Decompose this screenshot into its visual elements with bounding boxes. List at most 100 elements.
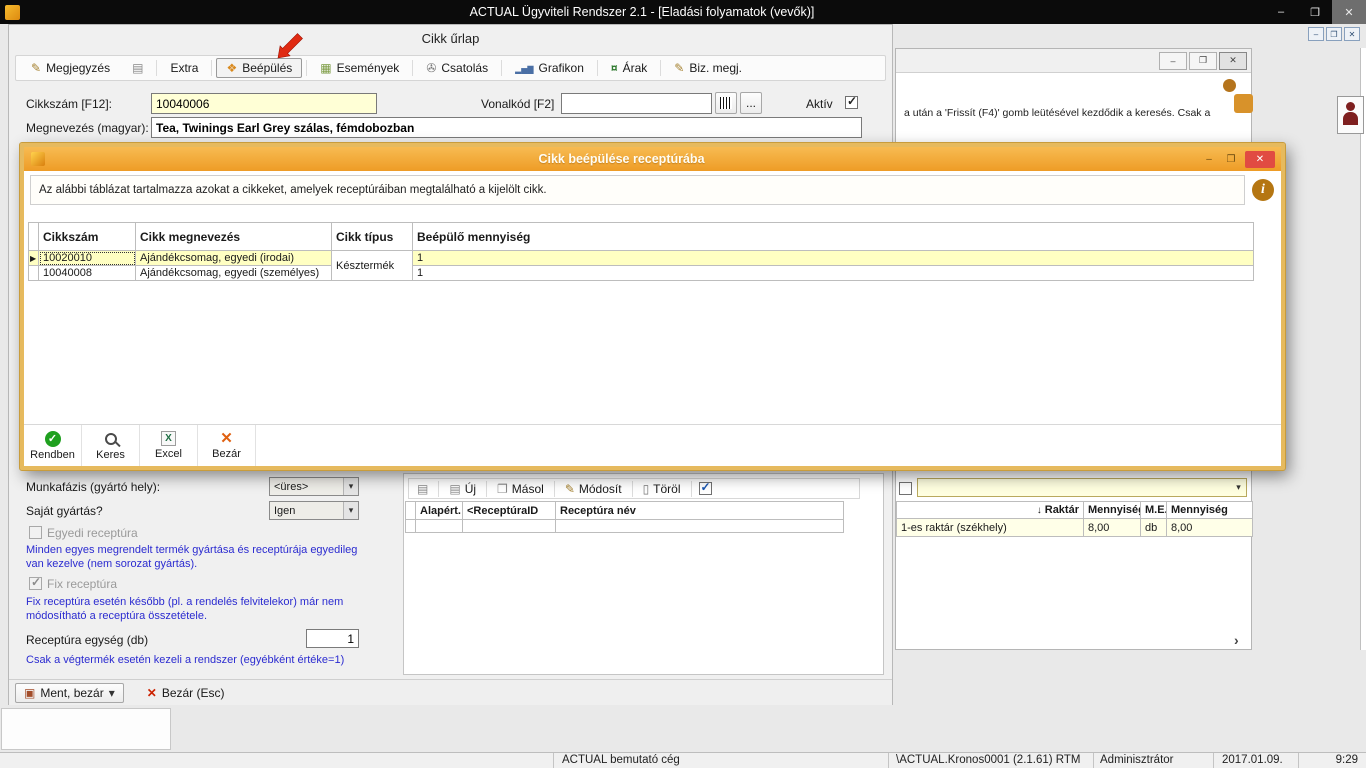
megnevezes-input[interactable] xyxy=(151,117,862,138)
keres-button[interactable]: Keres xyxy=(82,425,140,466)
cell-megnevezes[interactable]: Ajándékcsomag, egyedi (irodai) xyxy=(136,251,332,266)
stock-table-row[interactable]: 1-es raktár (székhely) 8,00 db 8,00 xyxy=(897,519,1253,537)
app-logo-icon xyxy=(5,5,20,20)
header-cikkszam[interactable]: Cikkszám xyxy=(39,223,136,251)
receptura-header-id[interactable]: <ReceptúraID xyxy=(463,502,556,520)
mdi-restore-button[interactable] xyxy=(1326,27,1342,41)
cikkszam-input[interactable] xyxy=(151,93,377,114)
sort-down-icon xyxy=(1037,504,1042,516)
pencil-icon xyxy=(31,61,41,75)
pencil-icon xyxy=(674,61,684,75)
receptura-egyseg-input[interactable] xyxy=(306,629,359,648)
cell-cikkszam[interactable]: 10040008 xyxy=(39,266,136,281)
csatolas-button[interactable]: Csatolás xyxy=(417,59,497,77)
excel-button[interactable]: XExcel xyxy=(140,425,198,466)
receptura-filter-checkbox[interactable] xyxy=(699,482,712,495)
search-maximize-button[interactable] xyxy=(1189,52,1217,70)
search-hint-text: a után a 'Frissít (F4)' gomb leütésével … xyxy=(904,107,1226,119)
rendben-button[interactable]: ✓Rendben xyxy=(24,425,82,466)
dialog-close-button[interactable] xyxy=(1245,151,1275,168)
aktiv-label: Aktív xyxy=(806,97,833,111)
stock-header-me[interactable]: M.E. xyxy=(1141,502,1167,519)
stock-header-mennyiseg1[interactable]: Mennyiség xyxy=(1084,502,1141,519)
row-selector-cell[interactable] xyxy=(29,266,39,281)
receptura-list-button[interactable] xyxy=(414,482,431,496)
dialog-content: Az alábbi táblázat tartalmazza azokat a … xyxy=(24,171,1281,466)
bottom-left-panel xyxy=(1,708,171,750)
row-selector-cell[interactable] xyxy=(29,251,39,266)
chevron-down-icon[interactable] xyxy=(343,478,358,495)
receptura-edit-button[interactable]: Módosít xyxy=(562,482,625,496)
cikk-urlap-title: Cikk űrlap xyxy=(9,31,892,46)
mdi-close-button[interactable] xyxy=(1344,27,1360,41)
receptura-header-alapert[interactable]: Alapért. xyxy=(416,502,463,520)
dialog-titlebar[interactable]: Cikk beépülése receptúrába xyxy=(24,147,1281,171)
arak-button[interactable]: Árak xyxy=(602,59,656,77)
receptura-new-button[interactable]: Új xyxy=(446,482,479,496)
more-options-button[interactable]: ... xyxy=(740,92,762,114)
esemenyek-button[interactable]: Események xyxy=(311,59,408,77)
selector-header xyxy=(29,223,39,251)
dialog-minimize-button[interactable] xyxy=(1198,151,1220,168)
header-cikk-tipus[interactable]: Cikk típus xyxy=(332,223,413,251)
filter-checkbox[interactable] xyxy=(899,482,912,495)
sajat-gyartas-label: Saját gyártás? xyxy=(26,504,103,518)
receptura-copy-button[interactable]: Másol xyxy=(494,482,547,496)
cell-megnevezes[interactable]: Ajándékcsomag, egyedi (személyes) xyxy=(136,266,332,281)
cell-tipus-merged[interactable]: Késztermék xyxy=(332,251,413,281)
bezar-dialog-button[interactable]: ✕Bezár xyxy=(198,425,256,466)
dialog-maximize-button[interactable] xyxy=(1220,151,1242,168)
extra-button[interactable]: Extra xyxy=(161,59,207,77)
receptura-header-nev[interactable]: Receptúra név xyxy=(556,502,844,520)
table-row[interactable]: 10020010 Ajándékcsomag, egyedi (irodai) … xyxy=(29,251,1254,266)
dialog-buttonbar: ✓Rendben Keres XExcel ✕Bezár xyxy=(24,424,1281,466)
vonalkod-input[interactable] xyxy=(561,93,712,114)
receptura-delete-button[interactable]: Töröl xyxy=(640,482,684,496)
search-minimize-button[interactable] xyxy=(1159,52,1187,70)
grafikon-button[interactable]: Grafikon xyxy=(506,59,593,77)
search-close-button[interactable] xyxy=(1219,52,1247,70)
biz-megj-button[interactable]: Biz. megj. xyxy=(665,59,751,77)
bezar-button[interactable]: Bezár (Esc) xyxy=(138,683,234,703)
cell-cikkszam[interactable]: 10020010 xyxy=(39,251,136,266)
status-time: 9:29 xyxy=(1318,754,1358,766)
chevron-down-icon[interactable] xyxy=(1231,479,1246,496)
ment-bezar-button[interactable]: Ment, bezár xyxy=(15,683,124,703)
person-icon[interactable] xyxy=(1337,96,1364,134)
filter-combobox[interactable] xyxy=(917,478,1247,497)
sajat-gyartas-combobox[interactable]: Igen xyxy=(269,501,359,520)
stock-header-mennyiseg2[interactable]: Mennyiség xyxy=(1167,502,1253,519)
sajat-gyartas-value: Igen xyxy=(274,505,295,517)
cell-mennyiseg[interactable]: 1 xyxy=(413,266,1254,281)
chevron-down-icon[interactable] xyxy=(343,502,358,519)
app-maximize-button[interactable] xyxy=(1298,0,1332,24)
app-close-button[interactable] xyxy=(1332,0,1366,24)
barcode-button[interactable] xyxy=(715,92,737,114)
munkafazis-value: <üres> xyxy=(274,481,308,493)
receptura-table: Alapért. <ReceptúraID Receptúra név xyxy=(405,501,844,533)
table-row[interactable]: 10040008 Ajándékcsomag, egyedi (személye… xyxy=(29,266,1254,281)
actual-logo-mark xyxy=(1223,79,1253,113)
megjegyzes-button[interactable]: Megjegyzés xyxy=(22,59,119,77)
receptura-egyseg-note: Csak a végtermék esetén kezeli a rendsze… xyxy=(26,653,386,667)
card-button[interactable] xyxy=(123,59,152,77)
cell-mennyiseg[interactable]: 1 xyxy=(413,251,1254,266)
mdi-minimize-button[interactable] xyxy=(1308,27,1324,41)
receptura-panel: Új Másol Módosít Töröl Alapért. <Receptú… xyxy=(403,473,884,675)
hierarchy-icon xyxy=(226,61,237,75)
munkafazis-combobox[interactable]: <üres> xyxy=(269,477,359,496)
receptura-empty-row[interactable] xyxy=(406,520,844,533)
vonalkod-label: Vonalkód [F2] xyxy=(481,97,554,111)
dialog-info-text: Az alábbi táblázat tartalmazza azokat a … xyxy=(30,175,1245,205)
aktiv-checkbox[interactable] xyxy=(845,96,858,109)
stock-header-raktar[interactable]: Raktár xyxy=(897,502,1084,519)
fix-receptura-checkbox[interactable] xyxy=(29,577,42,590)
header-cikk-megnevezes[interactable]: Cikk megnevezés xyxy=(136,223,332,251)
scroll-right-icon[interactable] xyxy=(1234,632,1239,648)
egyedi-receptura-checkbox[interactable] xyxy=(29,526,42,539)
app-minimize-button[interactable] xyxy=(1264,0,1298,24)
card-icon xyxy=(132,61,143,75)
close-x-icon: ✕ xyxy=(220,432,233,446)
delete-icon xyxy=(643,482,650,496)
header-beepulo-mennyiseg[interactable]: Beépülő mennyiség xyxy=(413,223,1254,251)
